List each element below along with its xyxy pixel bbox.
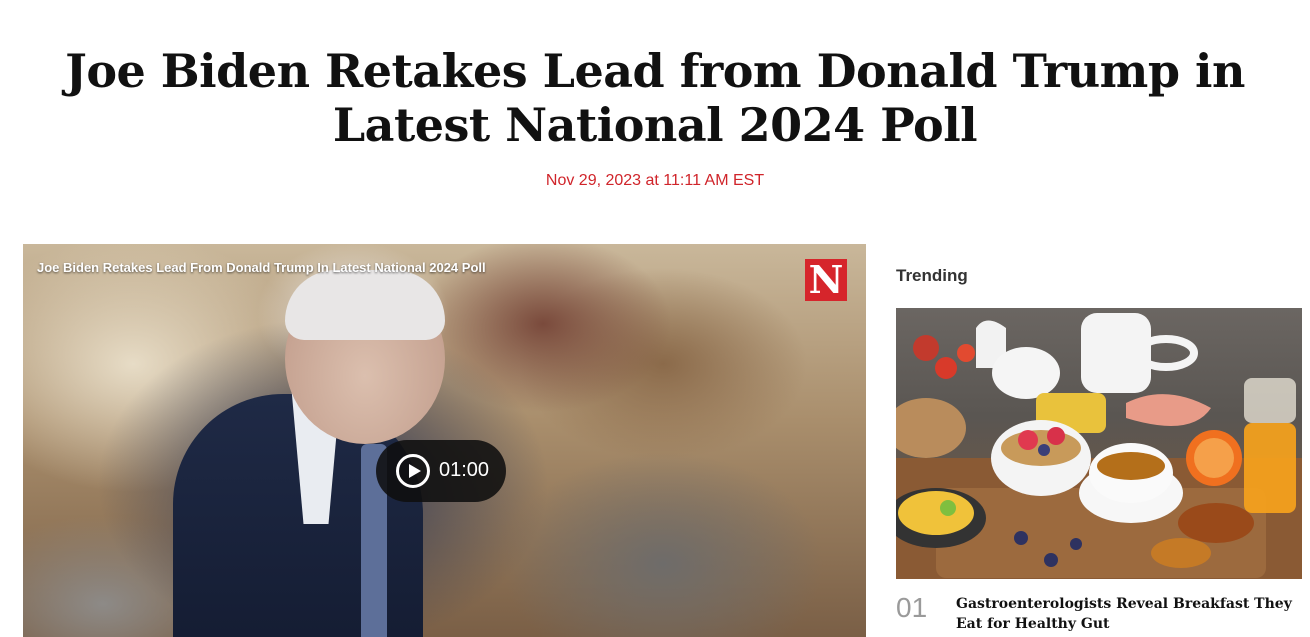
video-title: Joe Biden Retakes Lead From Donald Trump… <box>37 260 486 275</box>
thumbnail-hair <box>285 270 445 340</box>
trending-item-image[interactable] <box>896 308 1302 579</box>
newsweek-logo: N <box>805 259 847 301</box>
play-button[interactable]: 01:00 <box>376 440 506 502</box>
video-player[interactable]: Joe Biden Retakes Lead From Donald Trump… <box>23 244 866 637</box>
play-circle-icon <box>396 454 430 488</box>
article-dateline: Nov 29, 2023 at 11:11 AM EST <box>545 172 765 189</box>
trending-item-number: 01 <box>896 592 928 623</box>
breakfast-photo <box>896 313 1302 579</box>
article-headline: Joe Biden Retakes Lead from Donald Trump… <box>65 44 1245 152</box>
video-duration: 01:00 <box>439 459 490 481</box>
trending-heading: Trending <box>896 266 968 285</box>
trending-item-title[interactable]: Gastroenterologists Reveal Breakfast The… <box>956 594 1296 634</box>
